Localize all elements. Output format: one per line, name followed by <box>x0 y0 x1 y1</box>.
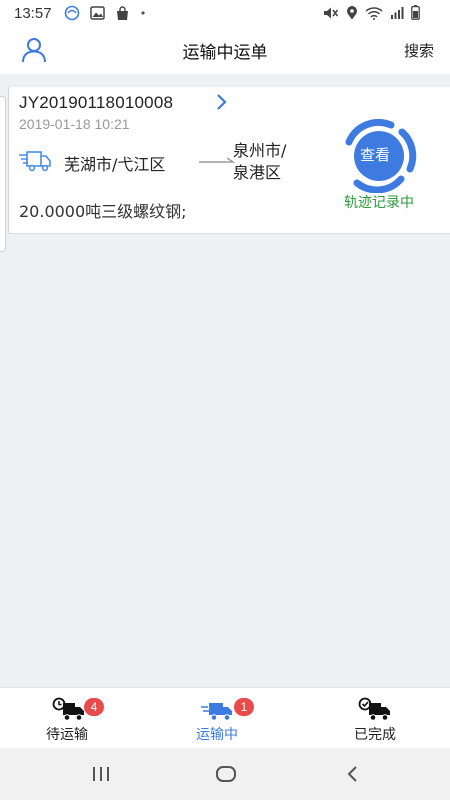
drawer-edge-handle[interactable] <box>0 96 6 252</box>
page-title: 运输中运单 <box>182 42 268 63</box>
shopping-bag-icon <box>116 5 128 20</box>
in-transit-truck-icon <box>201 703 232 721</box>
recent-apps-icon[interactable] <box>86 762 116 786</box>
signal-icon <box>391 6 404 19</box>
status-bar: 13:57 <box>0 0 450 26</box>
battery-icon <box>411 5 420 20</box>
cargo-description: 20.0000吨三级螺纹钢; <box>19 202 187 221</box>
tab-pending[interactable]: 4 待运输 <box>0 688 150 749</box>
in-transit-count-badge: 1 <box>234 698 254 716</box>
destination-city: 泉州市/ 泉港区 <box>233 140 313 184</box>
bottom-tab-bar: 4 待运输 1 运输中 已完成 <box>0 687 450 748</box>
wifi-icon <box>365 6 383 20</box>
pending-count-badge: 4 <box>84 698 104 716</box>
order-number: JY20190118010008 <box>19 93 174 112</box>
chevron-right-icon[interactable] <box>214 93 230 111</box>
order-time: 2019-01-18 10:21 <box>19 116 130 132</box>
delivery-truck-icon <box>19 151 51 172</box>
status-time: 13:57 <box>14 4 52 22</box>
tab-pending-label: 待运输 <box>46 727 88 743</box>
origin-city: 芜湖市/弋江区 <box>64 155 166 174</box>
track-status: 轨迹记录中 <box>344 195 414 211</box>
app-notification-icon <box>64 5 79 21</box>
search-button[interactable]: 搜索 <box>404 40 434 61</box>
system-nav-bar <box>0 748 450 800</box>
dot-icon <box>140 11 145 15</box>
view-track-label: 查看 <box>359 146 390 164</box>
location-icon <box>347 5 357 19</box>
image-icon <box>89 6 105 20</box>
status-system-icons <box>323 5 420 20</box>
destination-line-1: 泉州市/ <box>233 141 287 160</box>
tab-completed[interactable]: 已完成 <box>300 688 450 749</box>
tab-in-transit[interactable]: 1 运输中 <box>150 688 300 749</box>
pending-truck-icon <box>52 697 84 721</box>
order-card[interactable]: JY20190118010008 2019-01-18 10:21 芜湖市/弋江… <box>8 86 450 234</box>
mute-icon <box>324 7 339 18</box>
app-header: 运输中运单 搜索 <box>0 26 450 74</box>
back-icon[interactable] <box>338 762 368 786</box>
route-arrow-icon <box>199 157 236 163</box>
tab-in-transit-label: 运输中 <box>196 727 238 743</box>
completed-truck-icon <box>358 697 390 721</box>
tab-completed-label: 已完成 <box>354 727 396 743</box>
home-icon[interactable] <box>211 762 241 786</box>
user-icon[interactable] <box>20 36 48 64</box>
status-notification-icons <box>64 5 146 21</box>
destination-line-2: 泉港区 <box>233 163 282 182</box>
